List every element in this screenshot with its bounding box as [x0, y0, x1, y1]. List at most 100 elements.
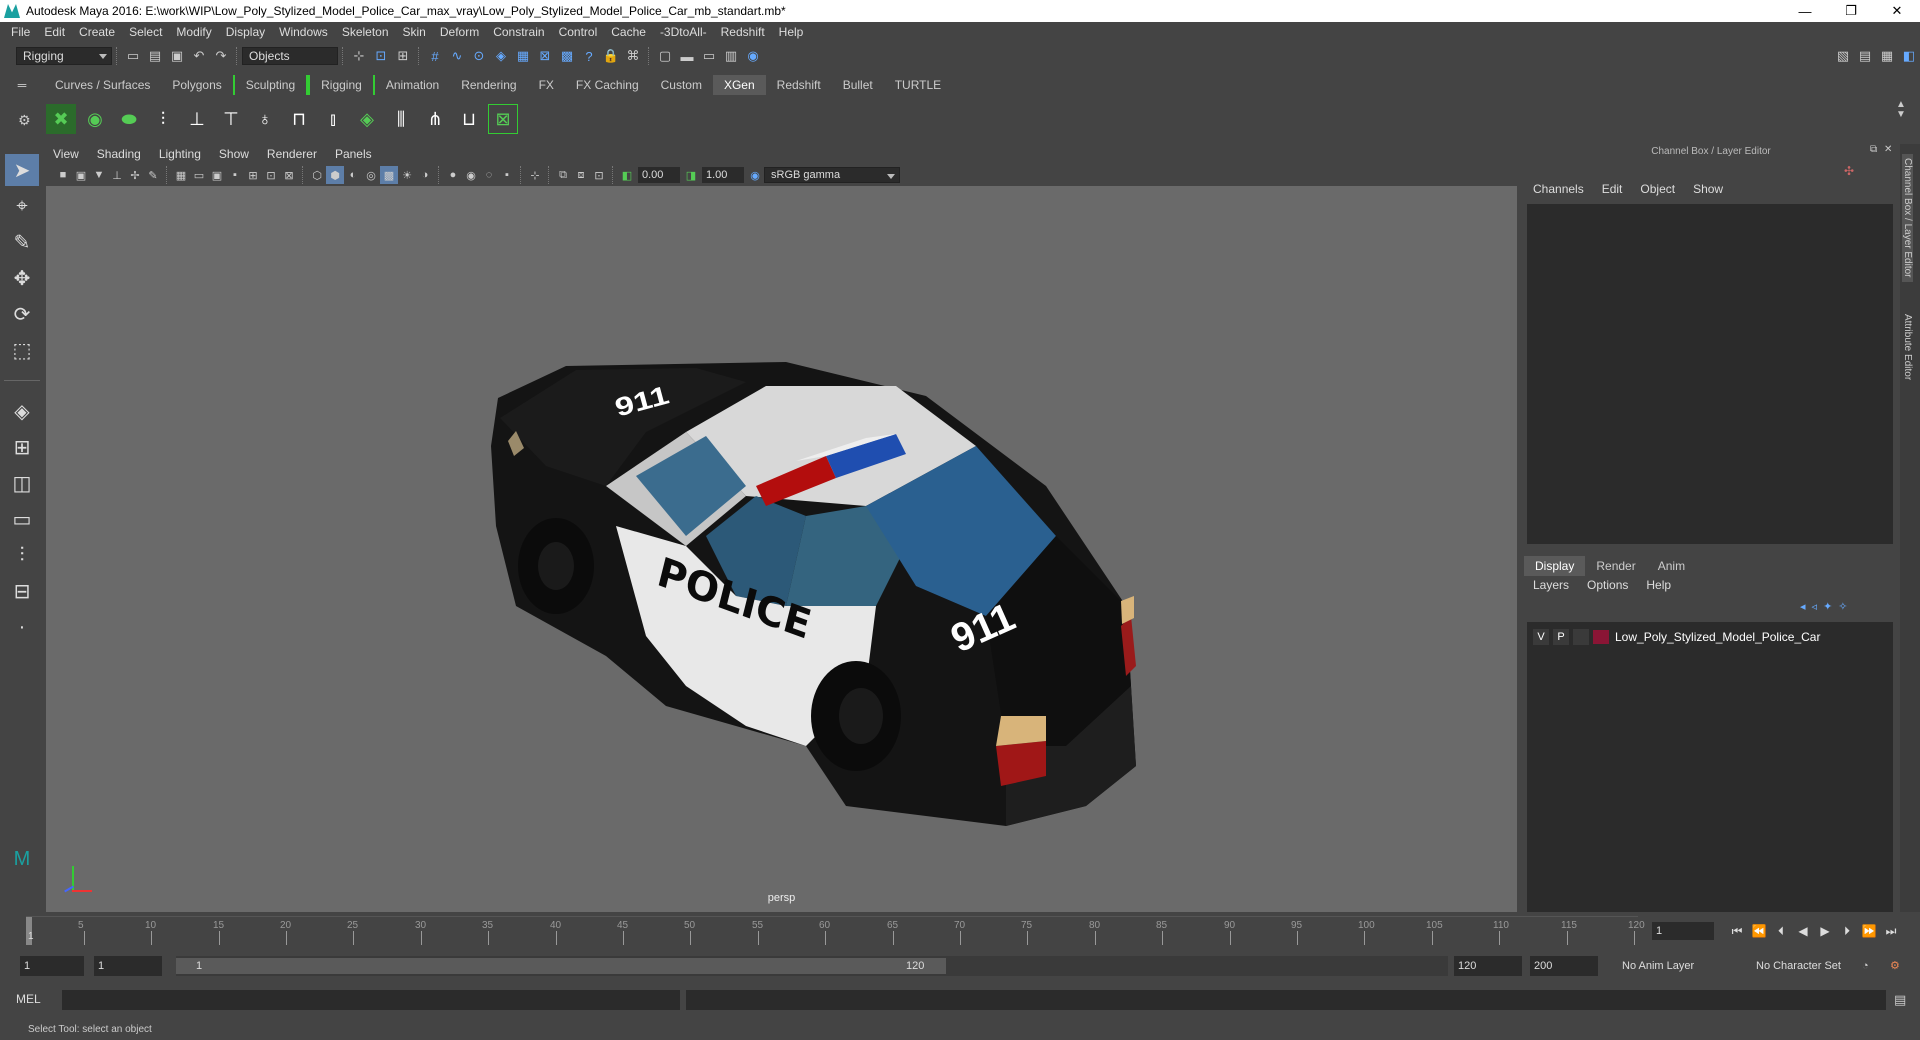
restore-button[interactable]: ❐ [1828, 0, 1874, 22]
single-perspective-layout-icon[interactable]: ◈ [5, 395, 39, 427]
close-button[interactable]: ✕ [1874, 0, 1920, 22]
play-backwards-icon[interactable]: ◀ [1792, 922, 1814, 940]
tab-rigging[interactable]: Rigging [308, 75, 375, 95]
render-settings-icon[interactable]: ▥ [722, 47, 740, 65]
snap-surface-icon[interactable]: ▦ [514, 47, 532, 65]
exposure-input[interactable]: 0.00 [638, 167, 680, 183]
tab-polygons[interactable]: Polygons [161, 75, 232, 95]
side-tab-channel-box[interactable]: Channel Box / Layer Editor [1902, 154, 1913, 282]
exposure-icon[interactable]: ◧ [618, 166, 636, 184]
menu-create[interactable]: Create [72, 25, 122, 39]
step-back-key-icon[interactable]: ⏴ [1770, 922, 1792, 940]
tab-sculpting[interactable]: Sculpting [232, 75, 309, 95]
hypershade-icon[interactable]: ◉ [744, 47, 762, 65]
tab-fx-caching[interactable]: FX Caching [565, 75, 650, 95]
gate-mask-icon[interactable]: ▪ [226, 166, 244, 184]
character-set-dropdown[interactable]: No Character Set [1756, 956, 1872, 976]
xgen-grow-icon[interactable]: ⫶ [148, 104, 178, 134]
snap-view-icon[interactable]: ◈ [492, 47, 510, 65]
panel-close-icon[interactable]: ✕ [1884, 144, 1892, 155]
menu-control[interactable]: Control [552, 25, 605, 39]
snap-curve-icon[interactable]: ∿ [448, 47, 466, 65]
construction-history-icon[interactable]: ⌘ [624, 47, 642, 65]
perspective-viewport[interactable]: 911 POLICE 911 persp [46, 186, 1517, 912]
gamma-icon[interactable]: ◨ [682, 166, 700, 184]
field-chart-icon[interactable]: ⊞ [244, 166, 262, 184]
layer-playback-toggle[interactable]: P [1553, 629, 1569, 645]
menu-display[interactable]: Display [219, 25, 272, 39]
vp-menu-shading[interactable]: Shading [88, 147, 150, 161]
xgen-editor-icon[interactable]: ✖ [46, 104, 76, 134]
menu-file[interactable]: File [4, 25, 37, 39]
tab-anim[interactable]: Anim [1647, 556, 1696, 576]
persp-graph-layout-icon[interactable]: ▭ [5, 503, 39, 535]
new-layer-icon[interactable]: ✦ [1823, 600, 1832, 613]
tab-curves-surfaces[interactable]: Curves / Surfaces [44, 75, 161, 95]
xray-active-icon[interactable]: ⧈ [572, 166, 590, 184]
tab-bullet[interactable]: Bullet [832, 75, 884, 95]
vp-menu-renderer[interactable]: Renderer [258, 147, 326, 161]
menu-redshift[interactable]: Redshift [714, 25, 772, 39]
start-time-input[interactable]: 1 [20, 956, 84, 976]
current-frame-input[interactable]: 1 [1652, 922, 1714, 940]
playback-start-input[interactable]: 1 [94, 956, 162, 976]
menuset-dropdown[interactable]: Rigging [16, 47, 112, 65]
ipr-render-icon[interactable]: ▭ [700, 47, 718, 65]
depth-of-field-icon[interactable]: ▪ [498, 166, 516, 184]
tab-animation[interactable]: Animation [375, 75, 450, 95]
wireframe-icon[interactable]: ⬡ [308, 166, 326, 184]
multisample-aa-icon[interactable]: ◌ [480, 166, 498, 184]
tab-render[interactable]: Render [1585, 556, 1646, 576]
paint-select-tool-icon[interactable]: ✎ [5, 226, 39, 258]
layer-color-swatch[interactable] [1593, 630, 1609, 644]
image-plane-icon[interactable]: ⊥ [108, 166, 126, 184]
wireframe-on-shaded-icon[interactable]: ◎ [362, 166, 380, 184]
xgen-place-guide-icon[interactable]: ⊥ [182, 104, 212, 134]
go-to-start-icon[interactable]: ⏮ [1726, 922, 1748, 940]
use-all-lights-icon[interactable]: ☀ [398, 166, 416, 184]
step-forward-frame-icon[interactable]: ⏩ [1858, 922, 1880, 940]
color-management-icon[interactable]: ◉ [746, 166, 764, 184]
screen-space-ao-icon[interactable]: ● [444, 166, 462, 184]
mel-input[interactable] [62, 990, 680, 1010]
snap-together-icon[interactable]: ▩ [558, 47, 576, 65]
minimize-button[interactable]: — [1782, 0, 1828, 22]
camera-select-icon[interactable]: ■ [54, 166, 72, 184]
menu-deform[interactable]: Deform [433, 25, 486, 39]
open-scene-icon[interactable]: ▤ [146, 47, 164, 65]
gamma-input[interactable]: 1.00 [702, 167, 744, 183]
select-hierarchy-icon[interactable]: ⊹ [350, 47, 368, 65]
more-layouts-icon[interactable]: · [5, 611, 39, 643]
vp-menu-show[interactable]: Show [210, 147, 258, 161]
range-slider-fill[interactable] [176, 958, 946, 974]
xgen-create-description-icon[interactable]: ⬬ [114, 104, 144, 134]
xgen-interactive-groom-icon[interactable]: ⋔ [420, 104, 450, 134]
menu-edit[interactable]: Edit [37, 25, 72, 39]
xgen-toggle-icon[interactable]: ⊠ [488, 104, 518, 134]
step-forward-key-icon[interactable]: ⏵ [1836, 922, 1858, 940]
vp-menu-lighting[interactable]: Lighting [150, 147, 210, 161]
tab-turtle[interactable]: TURTLE [884, 75, 952, 95]
xgen-rebuild-icon[interactable]: ⫼ [386, 104, 416, 134]
move-tool-icon[interactable]: ✥ [5, 262, 39, 294]
snap-point-icon[interactable]: ⊙ [470, 47, 488, 65]
new-scene-icon[interactable]: ▭ [124, 47, 142, 65]
menu-layer-help[interactable]: Help [1637, 578, 1680, 596]
menu-select[interactable]: Select [122, 25, 169, 39]
channel-box-icon[interactable]: ▦ [1878, 47, 1896, 65]
isolate-select-icon[interactable]: ⊹ [526, 166, 544, 184]
shadows-icon[interactable]: ◑ [416, 166, 434, 184]
xgen-layer-icon[interactable]: ◈ [352, 104, 382, 134]
four-view-layout-icon[interactable]: ⊞ [5, 431, 39, 463]
side-tab-attribute-editor[interactable]: Attribute Editor [1902, 314, 1913, 380]
toolsettings-icon[interactable]: ◧ [1900, 47, 1918, 65]
persp-outliner-layout-icon[interactable]: ◫ [5, 467, 39, 499]
save-scene-icon[interactable]: ▣ [168, 47, 186, 65]
rotate-tool-icon[interactable]: ⟳ [5, 298, 39, 330]
tab-rendering[interactable]: Rendering [450, 75, 527, 95]
select-tool-icon[interactable]: ➤ [5, 154, 39, 186]
animation-preferences-icon[interactable]: ⚙ [1890, 956, 1900, 976]
redo-icon[interactable]: ↷ [212, 47, 230, 65]
outliner-icon[interactable]: ▤ [1856, 47, 1874, 65]
menu-channels[interactable]: Channels [1524, 182, 1593, 200]
